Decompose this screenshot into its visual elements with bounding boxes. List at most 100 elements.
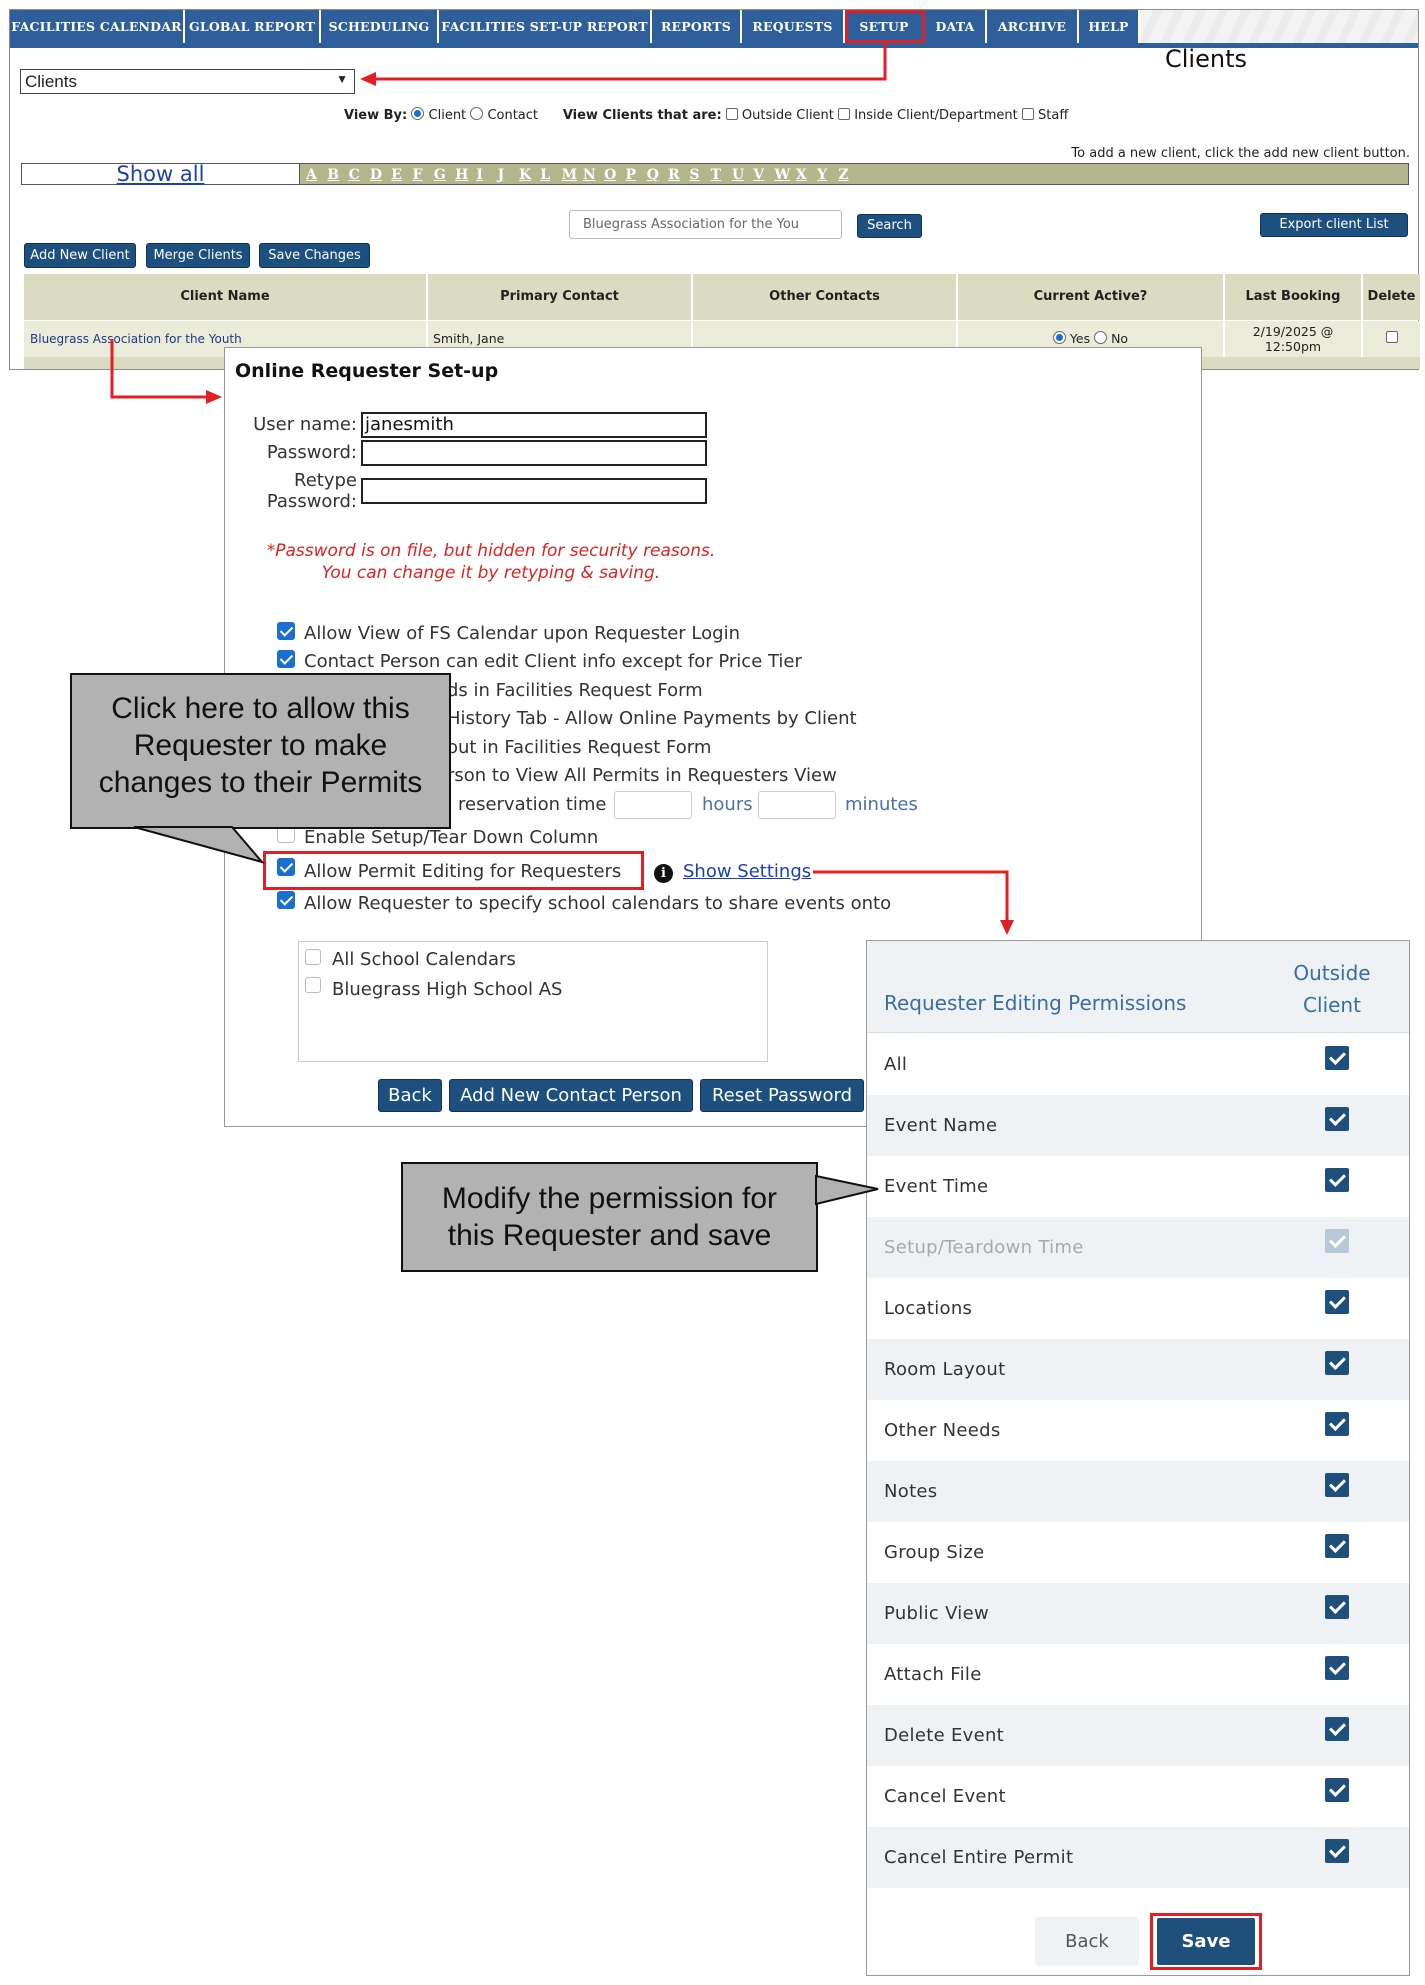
tab-help[interactable]: HELP [1079, 10, 1140, 43]
letter-link[interactable]: I [476, 165, 497, 185]
calendar-checkbox[interactable] [305, 949, 321, 965]
tab-reports[interactable]: REPORTS [652, 10, 742, 43]
view-calendar-checkbox[interactable] [277, 622, 295, 640]
password-field[interactable] [361, 440, 707, 466]
permission-checkbox[interactable] [1325, 1412, 1349, 1436]
tab-archive[interactable]: ARCHIVE [987, 10, 1079, 43]
letter-link[interactable]: Z [838, 165, 859, 185]
letter-link[interactable]: M [562, 165, 583, 185]
search-button[interactable]: Search [857, 214, 922, 238]
tab-global-report[interactable]: GLOBAL REPORT [185, 10, 321, 43]
permission-checkbox[interactable] [1325, 1473, 1349, 1497]
export-client-list-button[interactable]: Export client List [1260, 213, 1408, 237]
dialog-arrow-head [206, 390, 222, 404]
permission-checkbox[interactable] [1325, 1839, 1349, 1863]
page-select-value: Clients [25, 72, 77, 91]
permission-label: All [884, 1054, 908, 1075]
show-settings-link[interactable]: Show Settings [683, 861, 811, 882]
tab-requests[interactable]: REQUESTS [742, 10, 845, 43]
letter-link[interactable]: D [370, 165, 391, 185]
permission-checkbox[interactable] [1325, 1351, 1349, 1375]
permission-row: Delete Event [867, 1705, 1409, 1766]
merge-clients-button[interactable]: Merge Clients [146, 243, 250, 268]
letter-link[interactable]: B [327, 165, 348, 185]
setup-teardown-label: Enable Setup/Tear Down Column [304, 827, 599, 848]
page-select[interactable]: Clients ▼ [20, 69, 355, 94]
permission-row: Event Time [867, 1156, 1409, 1217]
permission-checkbox[interactable] [1325, 1656, 1349, 1680]
col-last-booking: Last Booking [1223, 274, 1361, 320]
letter-link[interactable]: E [391, 165, 412, 185]
retype-password-label: Retype Password: [235, 470, 357, 512]
permission-checkbox[interactable] [1325, 1595, 1349, 1619]
tab-data[interactable]: DATA [925, 10, 987, 43]
letter-link[interactable]: S [689, 165, 710, 185]
letter-link[interactable]: X [796, 165, 817, 185]
letter-link[interactable]: U [732, 165, 753, 185]
letter-link[interactable]: K [519, 165, 540, 185]
permission-checkbox[interactable] [1325, 1778, 1349, 1802]
show-all-link[interactable]: Show all [22, 164, 299, 185]
retype-password-field[interactable] [361, 478, 707, 504]
letter-link[interactable]: H [455, 165, 476, 185]
permission-checkbox[interactable] [1325, 1107, 1349, 1131]
permission-checkbox[interactable] [1325, 1717, 1349, 1741]
permission-row: Room Layout [867, 1339, 1409, 1400]
callout-line3: changes to their Permits [98, 766, 423, 799]
permission-checkbox[interactable] [1325, 1168, 1349, 1192]
view-by-contact-radio[interactable] [470, 107, 484, 120]
staff-checkbox[interactable] [1021, 108, 1034, 120]
add-new-client-button[interactable]: Add New Client [24, 243, 136, 268]
reset-password-button[interactable]: Reset Password [700, 1079, 864, 1112]
letter-link[interactable]: F [412, 165, 433, 185]
letter-link[interactable]: O [604, 165, 625, 185]
inside-client-checkbox[interactable] [838, 108, 851, 120]
back-button[interactable]: Back [378, 1079, 442, 1112]
delete-checkbox[interactable] [1385, 331, 1398, 343]
minutes-input[interactable] [758, 791, 836, 819]
letter-link[interactable]: T [711, 165, 732, 185]
permissions-back-button[interactable]: Back [1035, 1917, 1139, 1966]
last-booking-cell: 2/19/2025 @ 12:50pm [1223, 321, 1361, 357]
outside-client-checkbox[interactable] [725, 108, 738, 120]
search-input[interactable]: Bluegrass Association for the You [569, 210, 842, 239]
view-by-client-radio[interactable] [411, 107, 425, 120]
view-permits-option-label: rson to View All Permits in Requesters V… [447, 765, 837, 786]
permit-editing-checkbox[interactable] [277, 858, 295, 876]
permission-checkbox[interactable] [1325, 1534, 1349, 1558]
letter-link[interactable]: Y [817, 165, 838, 185]
letter-link[interactable]: A [306, 165, 327, 185]
permissions-save-button[interactable]: Save [1157, 1918, 1255, 1965]
active-no-radio[interactable] [1094, 331, 1108, 344]
letter-link[interactable]: L [540, 165, 561, 185]
username-field[interactable]: janesmith [361, 412, 707, 438]
permission-checkbox[interactable] [1325, 1290, 1349, 1314]
edit-client-info-label: Contact Person can edit Client info exce… [304, 651, 802, 672]
letter-link[interactable]: W [775, 165, 796, 185]
letter-link[interactable]: P [625, 165, 646, 185]
reservation-time-label: reservation time [458, 794, 607, 815]
info-icon: i [654, 864, 673, 883]
letter-link[interactable]: N [583, 165, 604, 185]
permission-checkbox[interactable] [1325, 1046, 1349, 1070]
add-new-contact-button[interactable]: Add New Contact Person [449, 1079, 693, 1112]
edit-client-info-checkbox[interactable] [277, 650, 295, 668]
letter-link[interactable]: J [498, 165, 519, 185]
save-changes-button[interactable]: Save Changes [259, 243, 370, 268]
letter-link[interactable]: Q [647, 165, 668, 185]
tab-facilities-setup-report[interactable]: FACILITIES SET-UP REPORT [439, 10, 652, 43]
tab-facilities-calendar[interactable]: FACILITIES CALENDAR [10, 10, 185, 43]
tab-scheduling[interactable]: SCHEDULING [321, 10, 439, 43]
letter-link[interactable]: C [349, 165, 370, 185]
letter-link[interactable]: V [753, 165, 774, 185]
modify-permission-callout: Modify the permission for this Requester… [401, 1162, 818, 1272]
hours-input[interactable] [614, 791, 692, 819]
letter-link[interactable]: G [434, 165, 455, 185]
calendar-checkbox[interactable] [305, 977, 321, 993]
tab-setup[interactable]: SETUP [845, 10, 925, 43]
permission-checkbox [1325, 1229, 1349, 1253]
school-calendars-checkbox[interactable] [277, 891, 295, 909]
active-yes-radio[interactable] [1052, 331, 1066, 344]
letter-link[interactable]: R [668, 165, 689, 185]
clients-screen: FACILITIES CALENDAR GLOBAL REPORT SCHEDU… [9, 9, 1420, 370]
